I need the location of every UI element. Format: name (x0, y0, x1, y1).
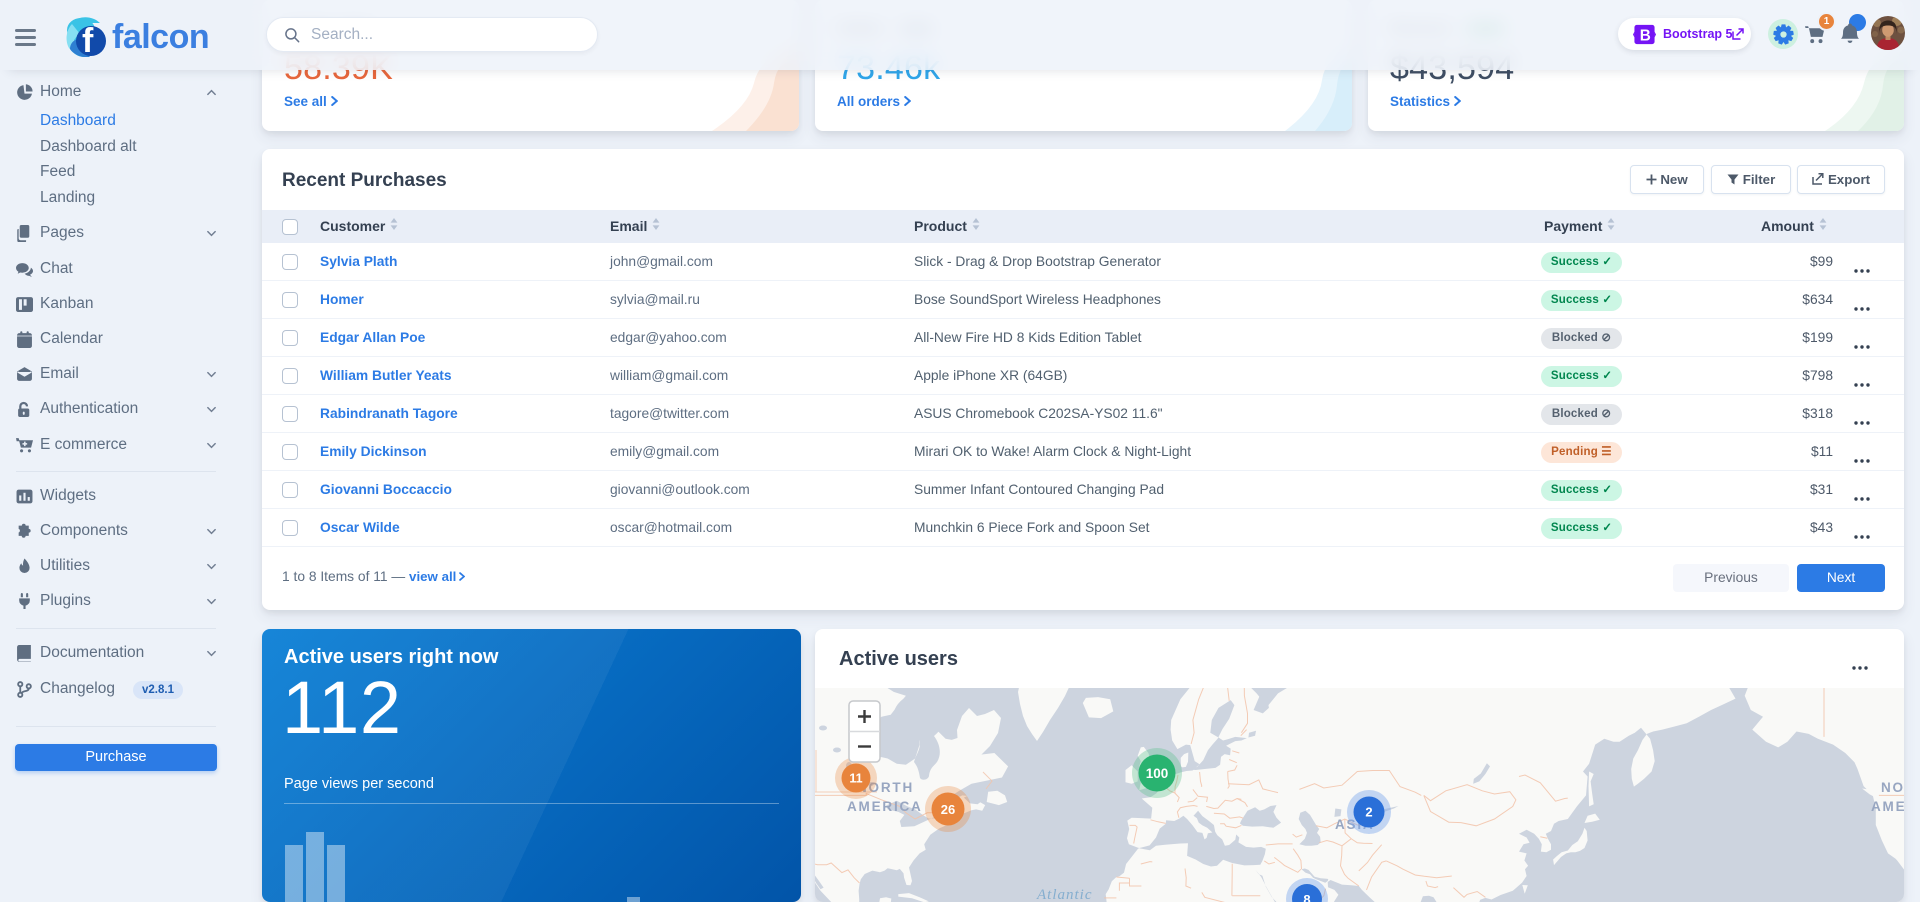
svg-text:2: 2 (1365, 805, 1372, 820)
svg-text:8: 8 (1303, 892, 1310, 902)
svg-text:AMERICA: AMERICA (847, 799, 923, 814)
svg-text:AMERICA: AMERICA (1871, 799, 1904, 814)
svg-text:B: B (1640, 27, 1651, 44)
svg-text:Atlantic: Atlantic (1036, 887, 1093, 902)
svg-text:26: 26 (941, 802, 955, 817)
svg-text:11: 11 (849, 772, 862, 786)
svg-text:f: f (82, 22, 94, 57)
svg-text:NORTH: NORTH (1881, 780, 1904, 795)
svg-text:100: 100 (1146, 766, 1169, 781)
